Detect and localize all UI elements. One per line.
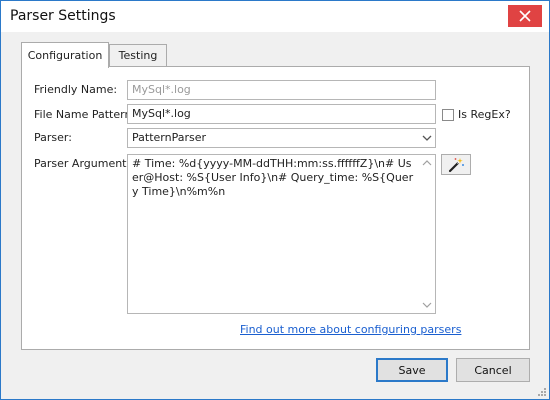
close-icon [508,4,542,27]
magic-wand-icon [448,157,464,172]
save-button[interactable]: Save [376,358,448,382]
parser-arguments-label: Parser Arguments: [34,157,136,170]
parser-arguments-value: # Time: %d{yyyy-MM-ddTHH:mm:ss.ffffffZ}\… [132,157,414,198]
tab-testing[interactable]: Testing [109,44,167,66]
tab-testing-label: Testing [118,49,158,62]
scroll-up-icon[interactable] [419,157,435,169]
tab-configuration[interactable]: Configuration [21,42,109,68]
cancel-button-label: Cancel [474,363,512,377]
parser-select[interactable]: PatternParser [127,128,436,148]
chevron-down-icon [422,135,431,141]
parser-label: Parser: [34,131,72,144]
save-button-label: Save [398,363,426,377]
parser-arguments-wizard-button[interactable] [441,154,471,175]
friendly-name-placeholder: MySql*.log [132,83,191,96]
parser-settings-window: Parser Settings Configuration Testing Fr… [0,0,550,400]
configure-parsers-link[interactable]: Find out more about configuring parsers [240,323,461,336]
file-name-pattern-value: MySql*.log [132,107,191,120]
file-name-pattern-input[interactable]: MySql*.log [127,104,436,124]
is-regex-checkbox[interactable] [442,109,454,121]
is-regex-label: Is RegEx? [458,108,511,121]
resize-grip-icon[interactable] [537,387,547,397]
title-bar[interactable]: Parser Settings [1,1,549,32]
parser-arguments-textarea[interactable]: # Time: %d{yyyy-MM-ddTHH:mm:ss.ffffffZ}\… [127,154,436,314]
parser-select-value: PatternParser [132,131,206,144]
cancel-button[interactable]: Cancel [456,358,530,382]
parser-arguments-scrollbar[interactable] [419,155,435,313]
friendly-name-input[interactable]: MySql*.log [127,80,436,100]
window-title: Parser Settings [10,8,116,24]
scroll-down-icon[interactable] [419,299,435,311]
tab-configuration-label: Configuration [27,49,103,62]
close-button[interactable] [508,1,542,30]
friendly-name-label: Friendly Name: [34,83,118,96]
parser-dropdown-button[interactable] [418,129,435,147]
file-name-pattern-label: File Name Pattern: [34,108,136,121]
